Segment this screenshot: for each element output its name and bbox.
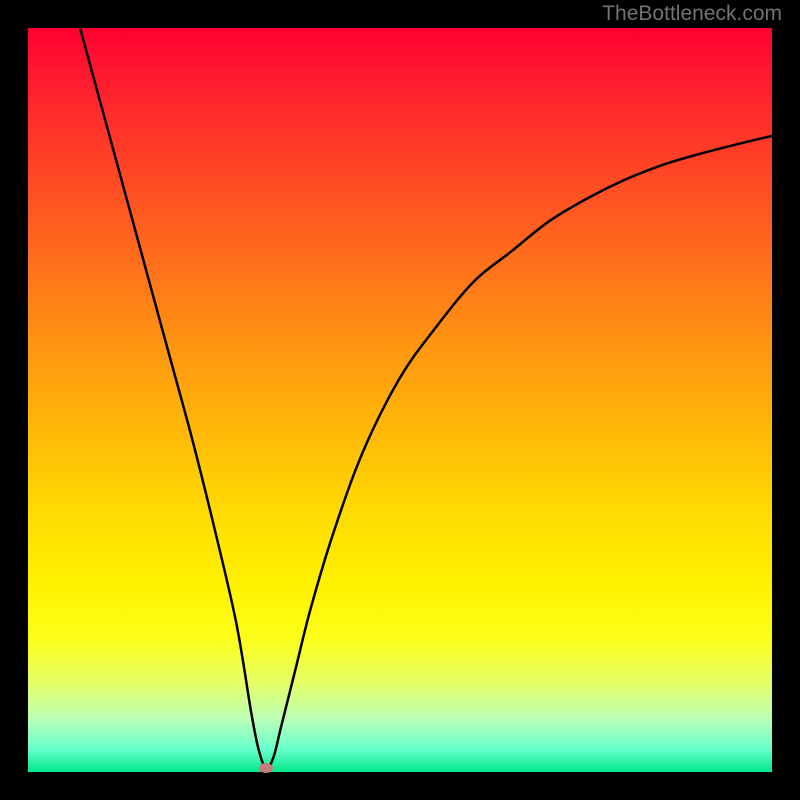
chart-container: TheBottleneck.com xyxy=(0,0,800,800)
optimal-point-marker xyxy=(259,763,273,773)
plot-area xyxy=(28,28,772,772)
bottleneck-curve xyxy=(28,28,772,772)
curve-line xyxy=(80,28,772,768)
watermark-text: TheBottleneck.com xyxy=(602,2,782,26)
